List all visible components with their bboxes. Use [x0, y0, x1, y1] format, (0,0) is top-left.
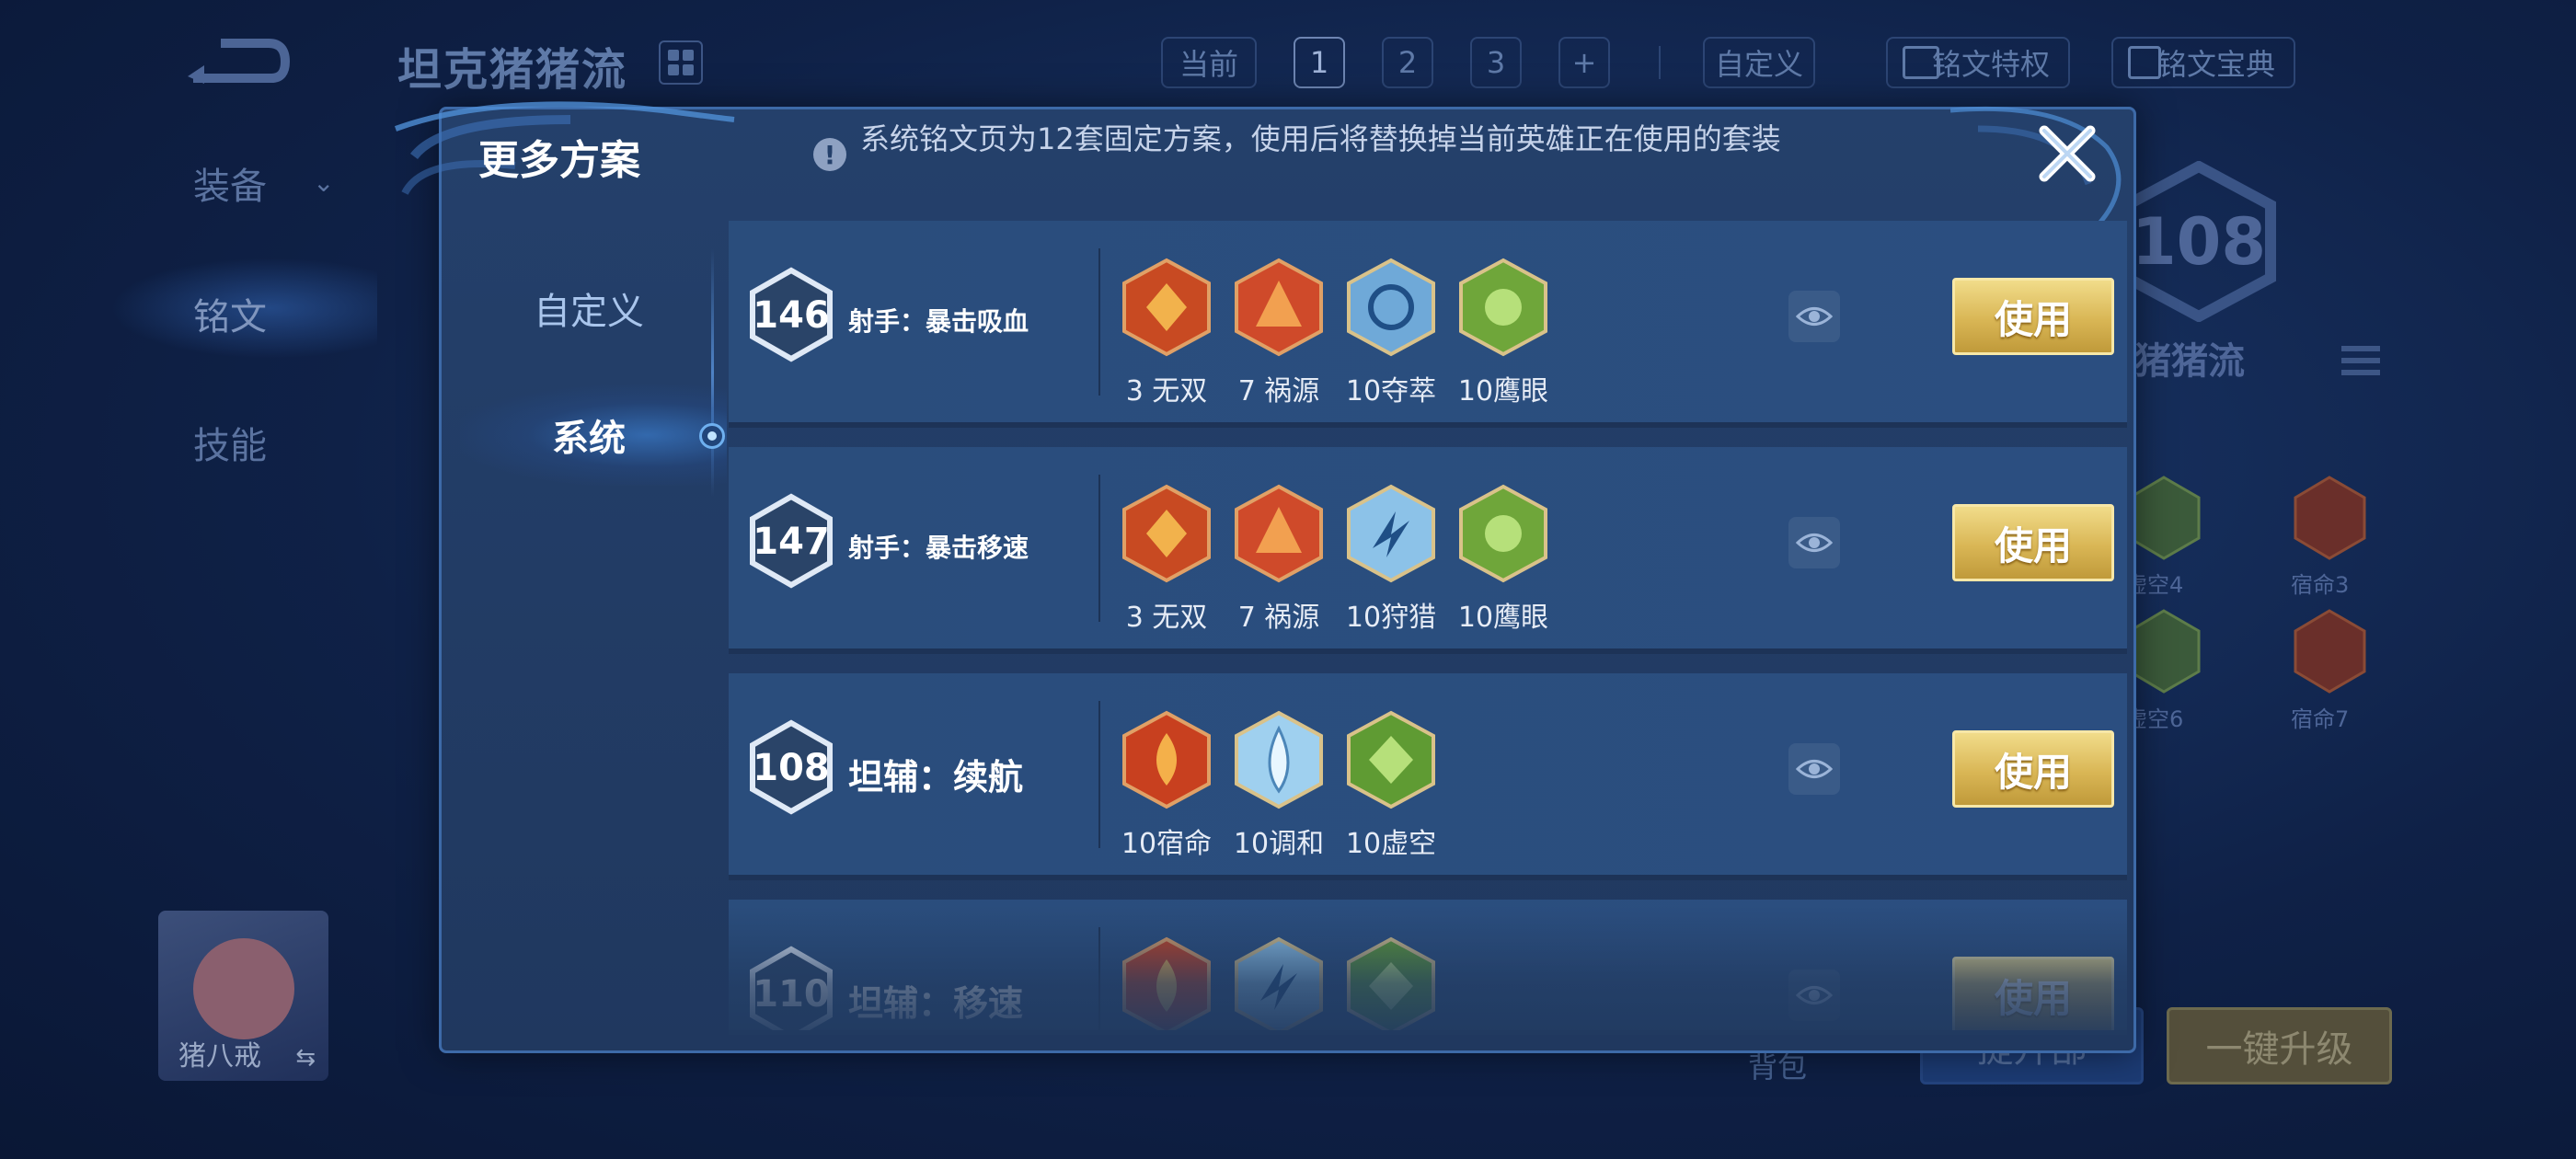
hero-portrait	[193, 938, 294, 1039]
use-button[interactable]: 使用	[1952, 278, 2114, 355]
menu-icon[interactable]	[2341, 342, 2380, 379]
tab-3[interactable]: 3	[1470, 37, 1522, 88]
chevron-down-icon: ⌄	[313, 167, 335, 198]
preview-button[interactable]	[1788, 743, 1840, 795]
grid-view-icon[interactable]	[659, 40, 703, 85]
use-button[interactable]: 使用	[1952, 957, 2114, 1030]
tab-add[interactable]: +	[1558, 37, 1610, 88]
rune-red-icon	[1122, 258, 1211, 357]
close-icon[interactable]	[2035, 121, 2099, 186]
rune-slot-label: 宿命7	[2291, 706, 2350, 732]
plan-row: 108 坦辅：续航 10宿命 10调和 10虚空 使用	[729, 673, 2127, 880]
hero-nickname: 猪八戒	[178, 1040, 261, 1073]
sidebar-item-skills[interactable]: 技能	[193, 416, 267, 469]
codex-icon	[2128, 46, 2161, 79]
rune-green-icon	[1347, 710, 1435, 809]
privilege-icon	[1903, 46, 1939, 79]
rune-label: 10调和	[1233, 828, 1325, 860]
row-divider	[1098, 927, 1100, 1030]
rune-blue-icon	[1347, 484, 1435, 583]
plan-level-badge: 147	[749, 493, 834, 589]
eye-icon	[1796, 307, 1833, 326]
rune-red-icon	[1122, 936, 1211, 1030]
eye-icon	[1796, 986, 1833, 1004]
use-button[interactable]: 使用	[1952, 730, 2114, 808]
rune-red-icon	[1235, 484, 1323, 583]
plan-level-badge: 110	[749, 946, 834, 1030]
codex-label: 铭文宝典	[2156, 47, 2275, 82]
plan-row: 147 射手：暴击移速 3 无双 7 祸源 10狩猎 10鹰眼 使用	[729, 447, 2127, 654]
rune-label: 3 无双	[1125, 602, 1208, 634]
tab-current[interactable]: 当前	[1161, 37, 1257, 88]
rune-slot-icon[interactable]	[2125, 607, 2203, 694]
hero-build-name: 猪猪流	[2134, 340, 2245, 383]
tab-2[interactable]: 2	[1382, 37, 1433, 88]
rune-label: 10狩猎	[1345, 602, 1437, 634]
tab-divider	[1659, 46, 1661, 79]
rune-label: 7 祸源	[1237, 602, 1320, 634]
rune-red-icon	[1122, 484, 1211, 583]
plan-list[interactable]: 146 射手：暴击吸血 3 无双 7 祸源 10夺萃 10鹰眼 使用 147 射…	[729, 221, 2127, 1030]
preview-button[interactable]	[1788, 291, 1840, 342]
plan-name: 射手：暴击吸血	[848, 306, 1029, 337]
plan-row: 110 坦辅：移速 使用	[729, 900, 2127, 1030]
plan-name: 坦辅：移速	[848, 983, 1024, 1024]
rune-label: 7 祸源	[1237, 375, 1320, 407]
info-icon: !	[813, 138, 846, 171]
rune-red-icon	[1235, 258, 1323, 357]
rune-slot-label: 宿命3	[2291, 572, 2350, 598]
preview-button[interactable]	[1788, 970, 1840, 1021]
rune-label: 10虚空	[1345, 828, 1437, 860]
privilege-label: 铭文特权	[1931, 47, 2050, 82]
rune-label: 3 无双	[1125, 375, 1208, 407]
sidebar-item-equipment[interactable]: 装备	[193, 156, 267, 210]
plan-level: 108	[753, 747, 830, 789]
rune-slot-icon[interactable]	[2291, 607, 2369, 694]
notice-text: 系统铭文页为12套固定方案，使用后将替换掉当前英雄正在使用的套装	[860, 121, 1781, 156]
rune-red-icon	[1122, 710, 1211, 809]
plan-level-badge: 108	[749, 719, 834, 815]
rune-blue-icon	[1347, 258, 1435, 357]
preview-button[interactable]	[1788, 517, 1840, 568]
sidebar-item-runes[interactable]: 铭文	[193, 287, 267, 340]
rune-slot-icon[interactable]	[2291, 474, 2369, 561]
one-click-upgrade-button[interactable]: 一键升级	[2167, 1007, 2392, 1084]
plan-row: 146 射手：暴击吸血 3 无双 7 祸源 10夺萃 10鹰眼 使用	[729, 221, 2127, 428]
row-divider	[1098, 248, 1100, 396]
rune-green-icon	[1459, 484, 1547, 583]
plan-level-badge: 146	[749, 267, 834, 362]
plan-level: 146	[753, 294, 830, 337]
plan-level: 110	[753, 973, 830, 1016]
nav-tab-custom[interactable]: 自定义	[460, 276, 718, 340]
rune-label: 10鹰眼	[1457, 602, 1549, 634]
nav-tab-system[interactable]: 系统	[460, 403, 718, 467]
rune-label: 10鹰眼	[1457, 375, 1549, 407]
swap-icon: ⇆	[295, 1044, 316, 1072]
rune-green-icon	[1459, 258, 1547, 357]
rune-page-title: 坦克猪猪流	[397, 44, 628, 96]
nav-selected-indicator	[699, 423, 725, 449]
use-button[interactable]: 使用	[1952, 504, 2114, 581]
plan-level: 147	[753, 521, 830, 563]
row-divider	[1098, 475, 1100, 622]
rune-blue-icon	[1235, 936, 1323, 1030]
eye-icon	[1796, 760, 1833, 778]
back-arrow-icon[interactable]	[184, 32, 290, 87]
rune-green-icon	[1347, 936, 1435, 1030]
hero-level: 108	[2131, 203, 2267, 280]
rune-blue-icon	[1235, 710, 1323, 809]
rune-label: 10宿命	[1121, 828, 1213, 860]
tab-custom[interactable]: 自定义	[1703, 37, 1815, 88]
rune-label: 10夺萃	[1345, 375, 1437, 407]
plan-name: 坦辅：续航	[848, 757, 1024, 798]
modal-title: 更多方案	[478, 137, 640, 184]
tab-1[interactable]: 1	[1294, 37, 1345, 88]
eye-icon	[1796, 534, 1833, 552]
plan-name: 射手：暴击移速	[848, 533, 1029, 563]
hero-avatar[interactable]: 猪八戒 ⇆	[158, 911, 328, 1081]
row-divider	[1098, 701, 1100, 848]
rune-slot-icon[interactable]	[2125, 474, 2203, 561]
